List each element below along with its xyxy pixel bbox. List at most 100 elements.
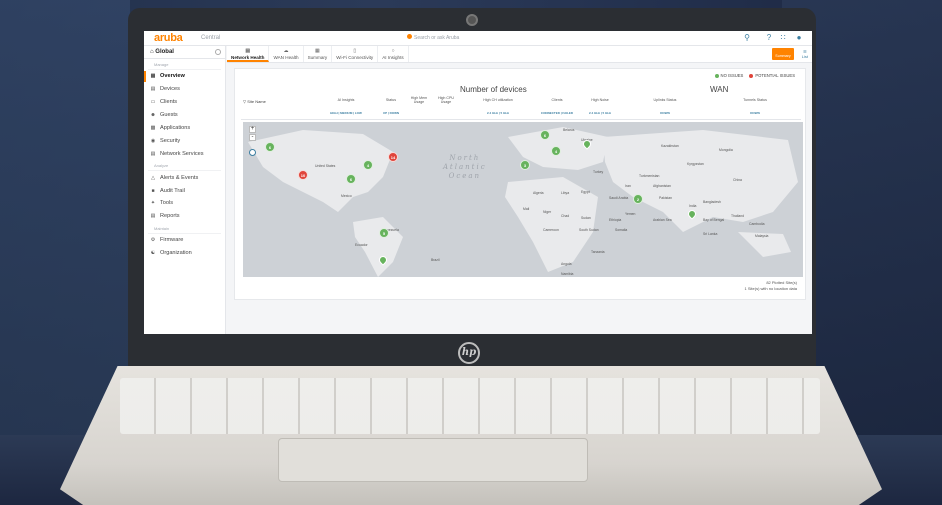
tab-summary[interactable]: ▦ Summary	[304, 46, 333, 62]
map-label: Somalia	[615, 228, 628, 232]
search-icon[interactable]: ⚲	[742, 33, 752, 43]
sidebar-item-applications[interactable]: ▩ Applications	[144, 122, 225, 135]
sidebar: ⌂ Global Manage ▦ Overview ▤ Devices ▭ Clie…	[144, 46, 226, 334]
col-high-ch-sub[interactable]: 2.4 GHz | 5 GHz	[473, 111, 523, 115]
apps-grid-icon[interactable]: ∷	[778, 33, 788, 43]
summary-icon: ▦	[315, 48, 320, 54]
sidebar-item-organization[interactable]: ☯ Organization	[144, 247, 225, 260]
site-marker[interactable]: 10	[298, 170, 308, 180]
map-label: India	[689, 204, 697, 208]
sidebar-item-label: Firmware	[160, 237, 184, 244]
col-clients-sub[interactable]: CONNECTED | FAILED	[535, 111, 579, 115]
site-marker[interactable]: 6	[346, 174, 356, 184]
sidebar-item-devices[interactable]: ▤ Devices	[144, 83, 225, 96]
section-manage: Manage	[148, 59, 221, 70]
map-label: Bangladesh	[703, 200, 721, 204]
tab-label: Network Health	[231, 55, 265, 60]
sidebar-item-network-services[interactable]: ▤ Network Services	[144, 147, 225, 160]
ocean-line-1: North	[449, 154, 481, 162]
webcam	[466, 14, 478, 26]
no-location-count[interactable]: 1 Site(s) with no location data	[745, 286, 797, 292]
sidebar-item-label: Organization	[160, 250, 192, 257]
summary-button[interactable]: Summary	[772, 48, 794, 60]
col-uplinks-sub[interactable]: DOWN	[635, 111, 695, 115]
sidebar-item-firmware[interactable]: ⚙ Firmware	[144, 234, 225, 247]
col-ai-high[interactable]: HIGH	[330, 111, 338, 115]
apps-icon: ▩	[150, 125, 156, 132]
sidebar-item-guests[interactable]: ☻ Guests	[144, 109, 225, 122]
col-status-down[interactable]: DOWN	[390, 111, 400, 115]
sidebar-item-clients[interactable]: ▭ Clients	[144, 96, 225, 109]
search-input[interactable]: Search or ask Aruba	[414, 35, 459, 41]
zoom-out-button[interactable]: -	[249, 134, 256, 141]
map-label: Kazakhstan	[661, 144, 679, 148]
col-high-cpu[interactable]: High CPU Usage	[435, 96, 457, 104]
sidebar-item-security[interactable]: ◉ Security	[144, 134, 225, 147]
sidebar-item-audit-trail[interactable]: ■ Audit Trail	[144, 184, 225, 197]
wrench-icon: ✦	[150, 200, 156, 207]
map-label: Turkey	[593, 170, 604, 174]
map-label: Iran	[625, 184, 631, 188]
col-ai-insights: AI Insights	[337, 98, 355, 102]
site-marker[interactable]: 14	[388, 152, 398, 162]
sidebar-item-tools[interactable]: ✦ Tools	[144, 197, 225, 210]
site-marker[interactable]: 2	[633, 194, 643, 204]
site-marker[interactable]: 5	[379, 228, 389, 238]
zoom-in-button[interactable]: +	[249, 126, 256, 133]
col-ai-low[interactable]: LOW	[355, 111, 362, 115]
col-high-mem[interactable]: High Mem Usage	[407, 96, 431, 104]
tab-network-health[interactable]: ▤ Network Health	[227, 46, 270, 62]
site-marker[interactable]: 3	[520, 160, 530, 170]
org-icon: ☯	[150, 250, 156, 257]
sidebar-item-label: Applications	[160, 125, 191, 132]
ocean-label: North Atlantic Ocean	[443, 154, 487, 181]
col-high-noise-sub[interactable]: 2.4 GHz | 5 GHz	[585, 111, 615, 115]
section-maintain: Maintain	[148, 223, 221, 234]
col-ai-sub: HIGH | MEDIUM | LOW	[330, 111, 362, 115]
site-name-filter[interactable]: ▽ Site Name	[243, 99, 266, 104]
search-icon[interactable]	[407, 34, 412, 39]
map-label: United States	[315, 164, 336, 168]
sidebar-item-alerts[interactable]: △ Alerts & Events	[144, 171, 225, 184]
section-analyze: Analyze	[148, 160, 221, 172]
map-label: Brazil	[431, 258, 440, 262]
site-marker[interactable]: 6	[540, 130, 550, 140]
laptop-icon: ▭	[150, 99, 156, 106]
user-icon[interactable]: ●	[794, 33, 804, 43]
keyboard	[120, 378, 820, 434]
sidebar-item-overview[interactable]: ▦ Overview	[144, 70, 225, 83]
col-ai-medium[interactable]: MEDIUM	[340, 111, 352, 115]
sidebar-item-reports[interactable]: ▤ Reports	[144, 210, 225, 223]
ocean-line-3: Ocean	[448, 172, 482, 180]
col-high-ch: High CH utilization	[483, 98, 513, 102]
reset-map-button[interactable]	[249, 149, 256, 156]
tab-ai-insights[interactable]: ○ AI Insights	[378, 46, 409, 62]
audit-icon: ■	[151, 187, 155, 194]
sidebar-item-label: Security	[160, 137, 181, 144]
product-name: Central	[201, 35, 221, 41]
site-marker[interactable]: 4	[363, 160, 373, 170]
world-map[interactable]: + - North Atlantic Ocean United States M…	[243, 122, 803, 277]
phone-icon: ▯	[353, 48, 357, 54]
list-button[interactable]: ☰ List	[802, 49, 808, 59]
map-label: Afghanistan	[653, 184, 671, 188]
tab-wifi-connectivity[interactable]: ▯ Wi-Fi Connectivity	[332, 46, 379, 62]
hp-logo: hp	[458, 342, 480, 364]
map-label: Ethiopia	[609, 218, 622, 222]
site-marker[interactable]: 4	[551, 146, 561, 156]
tab-wan-health[interactable]: ☁ WAN Health	[269, 46, 304, 62]
scope-selector[interactable]: ⌂ Global	[144, 46, 225, 59]
aruba-logo[interactable]: aruba	[154, 32, 183, 44]
filter-icon[interactable]	[215, 49, 221, 55]
col-tunnels-sub[interactable]: DOWN	[725, 111, 785, 115]
legend-no-issues: NO ISSUES	[714, 73, 743, 78]
col-status-up[interactable]: UP	[383, 111, 387, 115]
help-icon[interactable]: ?	[764, 33, 774, 43]
site-marker[interactable]: 6	[265, 142, 275, 152]
sidebar-item-label: Network Services	[160, 150, 204, 157]
cloud-icon: ☁	[283, 48, 289, 54]
map-label: Kyrgyzstan	[687, 162, 704, 166]
top-bar: aruba Central Search or ask Aruba ⚲ ? ∷ …	[144, 31, 812, 46]
red-dot-icon	[749, 73, 754, 78]
map-label: Mexico	[341, 194, 352, 198]
